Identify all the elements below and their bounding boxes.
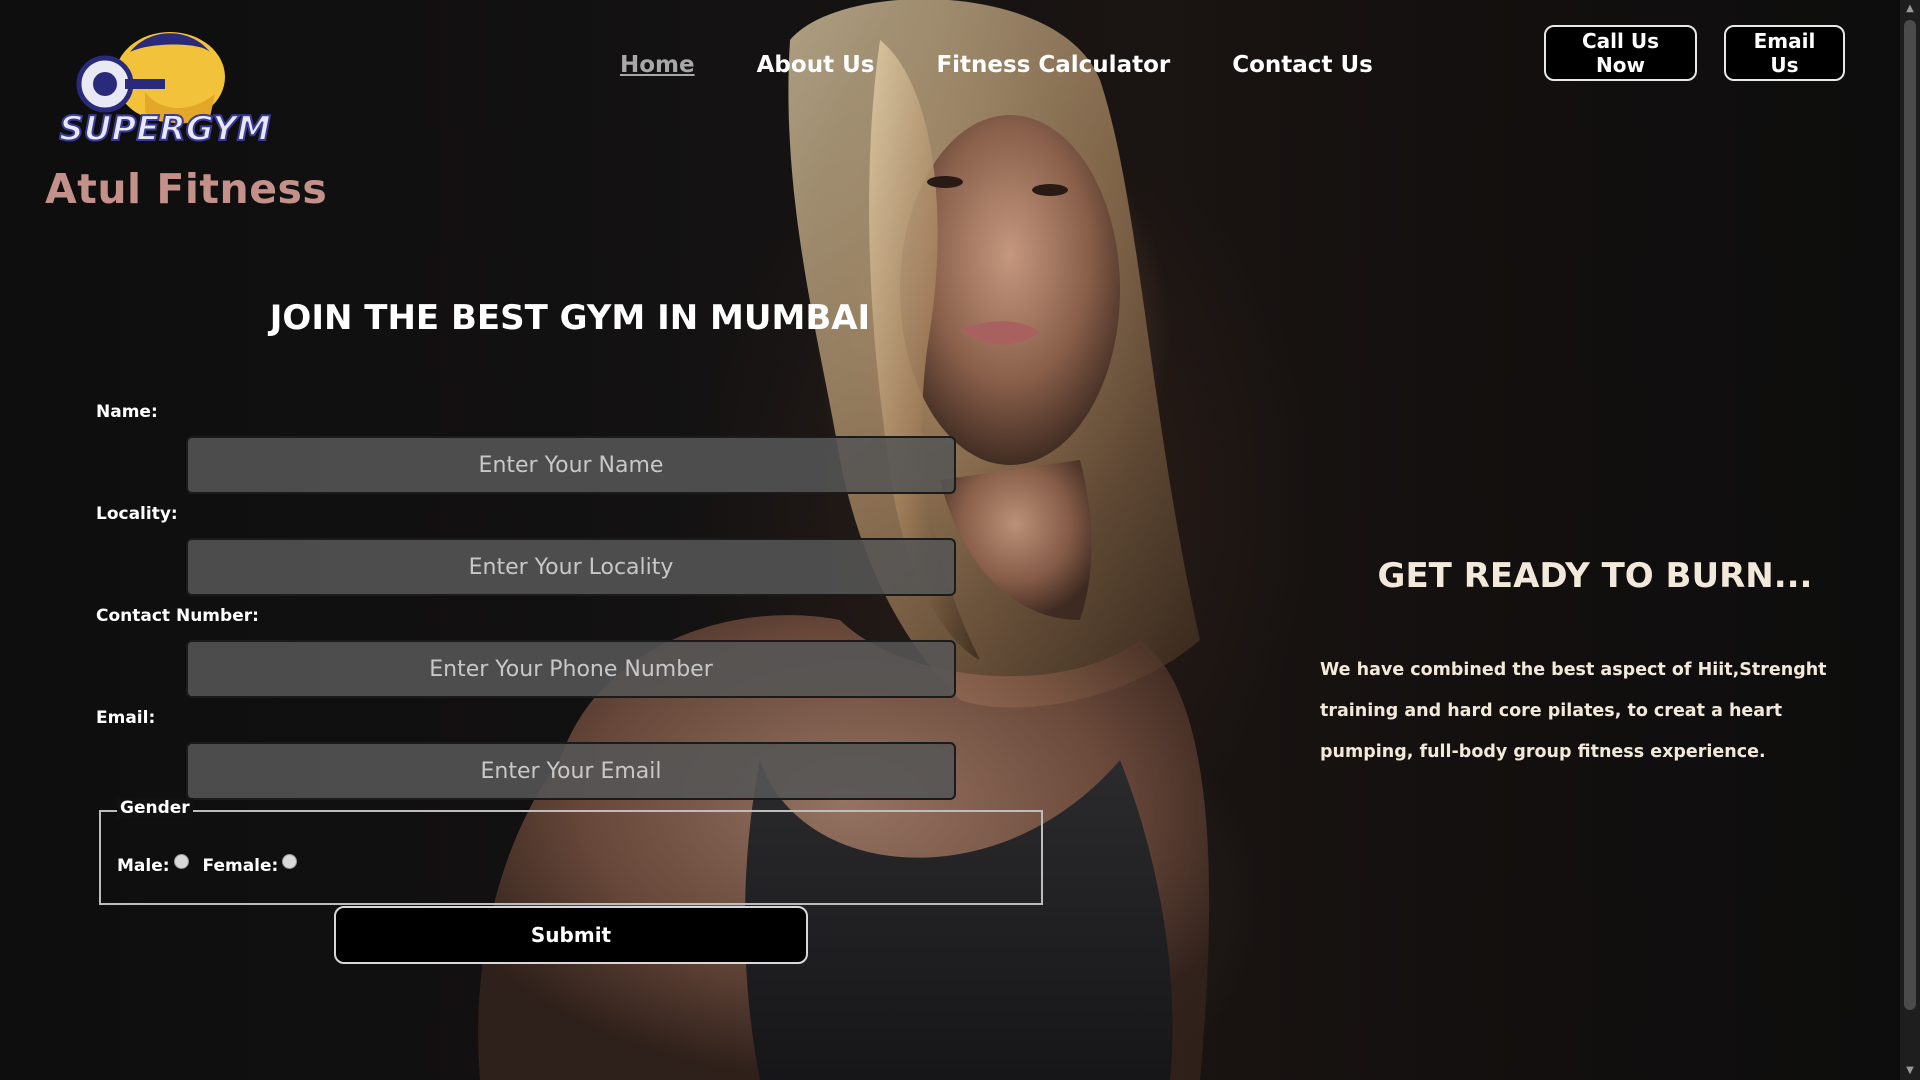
male-label: Male: — [117, 855, 170, 876]
scrollbar-thumb[interactable] — [1904, 20, 1916, 1010]
page-scrollbar[interactable]: ▲ ▼ — [1900, 0, 1920, 1080]
male-radio[interactable] — [173, 854, 189, 869]
brand-title: Atul Fitness — [45, 165, 328, 213]
locality-input[interactable] — [186, 538, 956, 596]
scroll-up-arrow-icon[interactable]: ▲ — [1900, 0, 1920, 18]
email-input[interactable] — [186, 742, 956, 800]
nav-about-us[interactable]: About Us — [757, 52, 875, 78]
gender-fieldset: Gender Male: Female: — [99, 798, 1043, 905]
promo-text: We have combined the best aspect of Hiit… — [1320, 660, 1827, 762]
logo-text: SUPERGYM — [59, 109, 271, 147]
form-heading: JOIN THE BEST GYM IN MUMBAI — [269, 298, 871, 338]
locality-label: Locality: — [96, 504, 178, 524]
nav-home[interactable]: Home — [620, 52, 695, 78]
supergym-logo[interactable]: SUPERGYM — [40, 22, 290, 147]
contact-number-label: Contact Number: — [96, 606, 259, 626]
scroll-down-arrow-icon[interactable]: ▼ — [1900, 1062, 1920, 1080]
call-us-now-button[interactable]: Call Us Now — [1544, 25, 1697, 81]
nav-fitness-calculator[interactable]: Fitness Calculator — [936, 52, 1170, 78]
nav-contact-us[interactable]: Contact Us — [1232, 52, 1373, 78]
email-us-button[interactable]: Email Us — [1724, 25, 1845, 81]
page: SUPERGYM Atul Fitness Home About Us Fitn… — [0, 0, 1920, 1080]
gender-legend: Gender — [117, 798, 193, 818]
promo-heading: GET READY TO BURN... — [1377, 556, 1813, 596]
phone-input[interactable] — [186, 640, 956, 698]
gender-options: Male: Female: — [117, 854, 311, 877]
name-input[interactable] — [186, 436, 956, 494]
main-nav: Home About Us Fitness Calculator Contact… — [620, 52, 1373, 78]
submit-button[interactable]: Submit — [334, 906, 808, 964]
female-label: Female: — [202, 855, 279, 876]
female-radio[interactable] — [282, 854, 298, 869]
email-label: Email: — [96, 708, 156, 728]
name-label: Name: — [96, 402, 158, 422]
